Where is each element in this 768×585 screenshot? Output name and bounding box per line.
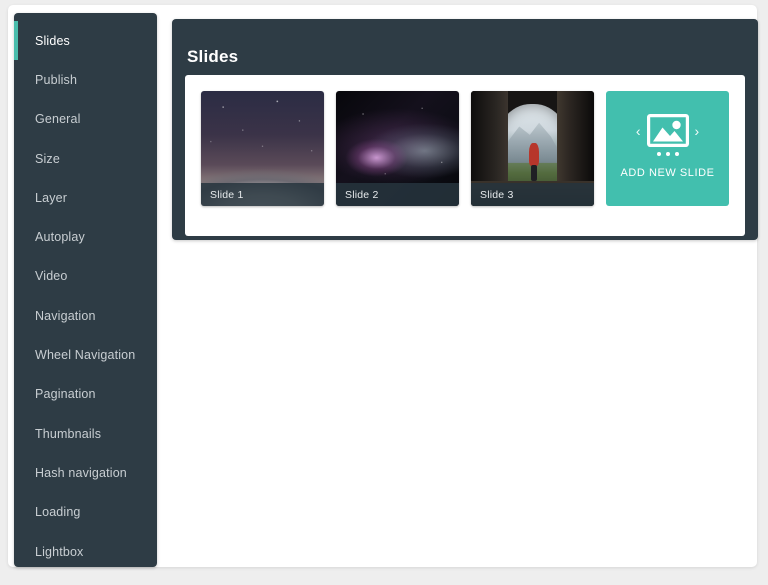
sidebar-item-label: Video — [35, 269, 68, 284]
slides-panel: Slides Slide 1 Slide 2 Slide 3 ‹ › ADD N… — [172, 19, 758, 240]
slides-card: Slide 1 Slide 2 Slide 3 ‹ › ADD NEW SLID… — [185, 75, 745, 236]
sidebar-item-general[interactable]: General — [14, 100, 157, 139]
slide-label: Slide 1 — [201, 183, 324, 206]
active-indicator-bar — [14, 21, 18, 61]
sidebar-item-label: Slides — [35, 33, 70, 48]
sidebar-item-label: Autoplay — [35, 230, 85, 245]
sidebar-item-thumbnails[interactable]: Thumbnails — [14, 414, 157, 453]
add-new-slide-label: ADD NEW SLIDE — [620, 167, 715, 179]
sidebar-item-label: Lightbox — [35, 544, 84, 559]
slide-item[interactable]: Slide 3 — [471, 91, 594, 206]
sidebar-item-wheel-navigation[interactable]: Wheel Navigation — [14, 335, 157, 374]
chevron-right-icon: › — [694, 122, 700, 139]
sidebar-item-label: Wheel Navigation — [35, 348, 136, 363]
sidebar-item-label: Loading — [35, 505, 81, 520]
sidebar-item-label: General — [35, 112, 81, 127]
sidebar-item-label: Hash navigation — [35, 465, 127, 480]
sidebar-item-autoplay[interactable]: Autoplay — [14, 217, 157, 256]
sidebar-item-pagination[interactable]: Pagination — [14, 375, 157, 414]
sidebar-item-lightbox[interactable]: Lightbox — [14, 532, 157, 567]
sidebar-item-publish[interactable]: Publish — [14, 60, 157, 99]
image-placeholder-icon — [646, 114, 689, 147]
add-slide-icon-group: ‹ › — [636, 114, 699, 147]
sidebar-item-size[interactable]: Size — [14, 139, 157, 178]
sidebar-item-layer[interactable]: Layer — [14, 178, 157, 217]
add-new-slide-button[interactable]: ‹ › ADD NEW SLIDE — [606, 91, 729, 206]
slide-label: Slide 3 — [471, 183, 594, 206]
settings-sidebar: Slides Publish General Size Layer Autopl… — [14, 13, 157, 567]
sidebar-item-loading[interactable]: Loading — [14, 493, 157, 532]
sidebar-item-label: Publish — [35, 72, 78, 87]
sidebar-item-navigation[interactable]: Navigation — [14, 296, 157, 335]
hiker-decoration — [528, 143, 539, 167]
sidebar-item-label: Pagination — [35, 387, 96, 402]
sidebar-item-video[interactable]: Video — [14, 257, 157, 296]
app-window: Slides Publish General Size Layer Autopl… — [8, 5, 758, 567]
chevron-left-icon: ‹ — [635, 122, 641, 139]
slides-list: Slide 1 Slide 2 Slide 3 ‹ › ADD NEW SLID… — [201, 91, 729, 206]
page-title: Slides — [187, 47, 239, 67]
sidebar-item-label: Size — [35, 151, 60, 166]
pagination-dots-icon — [656, 152, 679, 156]
sidebar-item-label: Thumbnails — [35, 426, 102, 441]
sidebar-item-hash-navigation[interactable]: Hash navigation — [14, 453, 157, 492]
slide-item[interactable]: Slide 2 — [336, 91, 459, 206]
hiker-legs-decoration — [530, 164, 537, 181]
slide-label: Slide 2 — [336, 183, 459, 206]
slide-item[interactable]: Slide 1 — [201, 91, 324, 206]
sidebar-item-label: Layer — [35, 190, 68, 205]
sidebar-item-slides[interactable]: Slides — [14, 21, 157, 61]
sidebar-item-label: Navigation — [35, 308, 96, 323]
